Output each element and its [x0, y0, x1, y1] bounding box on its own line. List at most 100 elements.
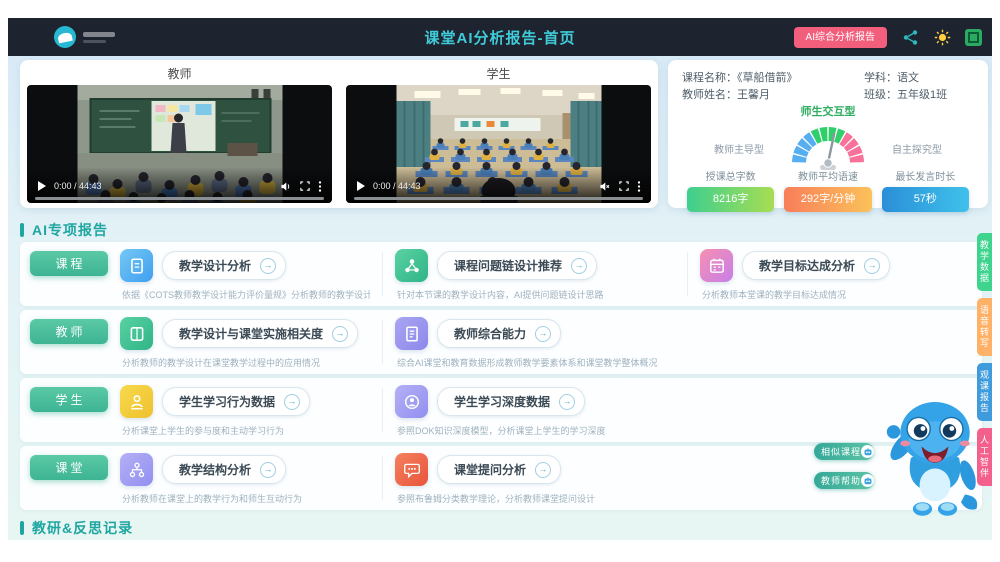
robot-icon: [861, 445, 874, 458]
column-divider: [382, 252, 383, 296]
arrow-icon: →: [571, 258, 587, 274]
stat: 授课总字数 8216字: [682, 168, 779, 212]
column-divider: [687, 252, 688, 296]
fullscreen-video-icon[interactable]: [618, 180, 630, 192]
category-pill: 学生: [30, 387, 108, 412]
report-card-description: 分析课堂上学生的参与度和主动学习行为: [122, 424, 370, 437]
volume-icon[interactable]: [279, 180, 292, 193]
side-tab[interactable]: 语音转写: [977, 298, 992, 356]
video-progress-bar[interactable]: [35, 197, 324, 200]
report-card-title: 教学设计分析: [179, 257, 251, 274]
app-logo: [54, 26, 115, 48]
play-button[interactable]: [37, 181, 47, 191]
person2-icon: [395, 385, 428, 418]
report-card: 课堂提问分析 → 参照布鲁姆分类教学理论，分析教师课堂提问设计: [395, 451, 675, 505]
report-card-description: 分析教师本堂课的教学目标达成情况: [702, 288, 950, 301]
page-title: 课堂AI分析报告-首页: [425, 27, 576, 48]
report-card-title: 学生学习深度数据: [454, 393, 550, 410]
arrow-icon: →: [332, 326, 348, 342]
arrow-icon: →: [260, 462, 276, 478]
ai-reports-title: AI专项报告: [32, 220, 108, 240]
subject-line: 学科：语文: [864, 70, 974, 87]
section-bar: [20, 521, 24, 535]
report-card-title: 教师综合能力: [454, 325, 526, 342]
arrow-icon: →: [535, 326, 551, 342]
stat-value: 8216字: [687, 187, 774, 212]
stat-value: 57秒: [882, 187, 969, 212]
report-card-title: 教学目标达成分析: [759, 257, 855, 274]
fullscreen-video-icon[interactable]: [299, 180, 311, 192]
category-pill: 课程: [30, 251, 108, 276]
sun-icon[interactable]: [933, 28, 951, 46]
report-card-description: 针对本节课的教学设计内容，AI提供问题链设计思路: [397, 288, 675, 301]
assistant-button[interactable]: 相似课程: [814, 443, 874, 460]
videos-panel: 教师 学生: [20, 60, 658, 208]
report-card-description: 分析教师在课堂上的教学行为和师生互动行为: [122, 492, 370, 505]
logo-icon: [54, 26, 76, 48]
course-name-line: 课程名称：《草船借箭》: [682, 70, 864, 87]
report-card-description: 参照DOK知识深度模型，分析课堂上学生的学习深度: [397, 424, 675, 437]
fullscreen-icon[interactable]: [965, 29, 982, 46]
category-pill: 课堂: [30, 455, 108, 480]
report-card-button[interactable]: 教学设计分析 →: [162, 251, 286, 280]
report-card-button[interactable]: 教师综合能力 →: [437, 319, 561, 348]
kebab-menu-icon[interactable]: [637, 180, 641, 193]
teaching-style-gauge: 师生交互型 教师主导型 自主探究型: [682, 105, 974, 165]
report-card-button[interactable]: 教学目标达成分析 →: [742, 251, 890, 280]
ai-mascot[interactable]: [882, 392, 988, 518]
assistant-button[interactable]: 教师帮助: [814, 472, 874, 489]
arrow-icon: →: [559, 394, 575, 410]
bubble-icon: [395, 453, 428, 486]
header: 课堂AI分析报告-首页 AI综合分析报告: [8, 18, 992, 56]
report-card-description: 综合AI课堂和教育数据形成教师教学要素体系和课堂教学整体概况: [397, 356, 675, 369]
report-card-description: 依据《COTS教师教学设计能力评价量规》分析教师的教学设计: [122, 288, 370, 301]
report-row: 教师 教学设计与课堂实施相关度 → 分析教师的教学设计在课堂教学过程中的应用情况…: [20, 310, 982, 374]
teacher-name-line: 教师姓名：王馨月: [682, 87, 864, 104]
stat-value: 292字/分钟: [784, 187, 871, 212]
video-progress-bar[interactable]: [354, 197, 643, 200]
report-card-button[interactable]: 教学设计与课堂实施相关度 →: [162, 319, 358, 348]
class-line: 班级：五年级1班: [864, 87, 974, 104]
report-card: 教学结构分析 → 分析教师在课堂上的教学行为和师生互动行为: [120, 451, 370, 505]
stat-label: 最长发言时长: [877, 168, 974, 183]
teacher-video-player[interactable]: 0:00 / 44:43: [27, 85, 332, 203]
doclines-icon: [395, 317, 428, 350]
report-card-button[interactable]: 课堂提问分析 →: [437, 455, 561, 484]
report-card-title: 教学设计与课堂实施相关度: [179, 325, 323, 342]
play-button[interactable]: [356, 181, 366, 191]
side-tab[interactable]: 教学数据: [977, 233, 992, 291]
assistant-button-label: 相似课程: [814, 445, 861, 458]
report-card-title: 学生学习行为数据: [179, 393, 275, 410]
report-card-button[interactable]: 教学结构分析 →: [162, 455, 286, 484]
logo-text-placeholder: [83, 32, 115, 43]
report-card-button[interactable]: 学生学习行为数据 →: [162, 387, 310, 416]
arrow-icon: →: [284, 394, 300, 410]
app-window: 课堂AI分析报告-首页 AI综合分析报告 教师 学生: [8, 18, 992, 540]
report-card: 课程问题链设计推荐 → 针对本节课的教学设计内容，AI提供问题链设计思路: [395, 247, 675, 301]
report-card-button[interactable]: 课程问题链设计推荐 →: [437, 251, 597, 280]
gauge-left-label: 教师主导型: [714, 141, 764, 156]
board-icon: [120, 317, 153, 350]
volume-muted-icon[interactable]: [598, 180, 611, 193]
ai-summary-report-button[interactable]: AI综合分析报告: [794, 27, 887, 48]
orgchart-icon: [120, 453, 153, 486]
report-row: 课程 教学设计分析 → 依据《COTS教师教学设计能力评价量规》分析教师的教学设…: [20, 242, 982, 306]
student-video-player[interactable]: 0:00 / 44:43: [346, 85, 651, 203]
video-time: 0:00 / 44:43: [54, 181, 102, 191]
gauge-right-label: 自主探究型: [892, 141, 942, 156]
research-title: 教研&反思记录: [32, 518, 133, 538]
kebab-menu-icon[interactable]: [318, 180, 322, 193]
report-card: 教学设计与课堂实施相关度 → 分析教师的教学设计在课堂教学过程中的应用情况: [120, 315, 370, 369]
share-icon[interactable]: [901, 28, 919, 46]
student-video-label: 学生: [339, 65, 658, 82]
report-card: 教学设计分析 → 依据《COTS教师教学设计能力评价量规》分析教师的教学设计: [120, 247, 370, 301]
calendar-icon: [700, 249, 733, 282]
column-divider: [382, 320, 383, 364]
arrow-icon: →: [260, 258, 276, 274]
report-card-title: 课堂提问分析: [454, 461, 526, 478]
report-card-button[interactable]: 学生学习深度数据 →: [437, 387, 585, 416]
course-info-panel: 课程名称：《草船借箭》 教师姓名：王馨月 学科：语文 班级：五年级1班 师生交互…: [668, 60, 988, 208]
stats-row: 授课总字数 8216字 教师平均语速 292字/分钟 最长发言时长 57秒: [682, 168, 974, 212]
doc-icon: [120, 249, 153, 282]
molecule-icon: [395, 249, 428, 282]
